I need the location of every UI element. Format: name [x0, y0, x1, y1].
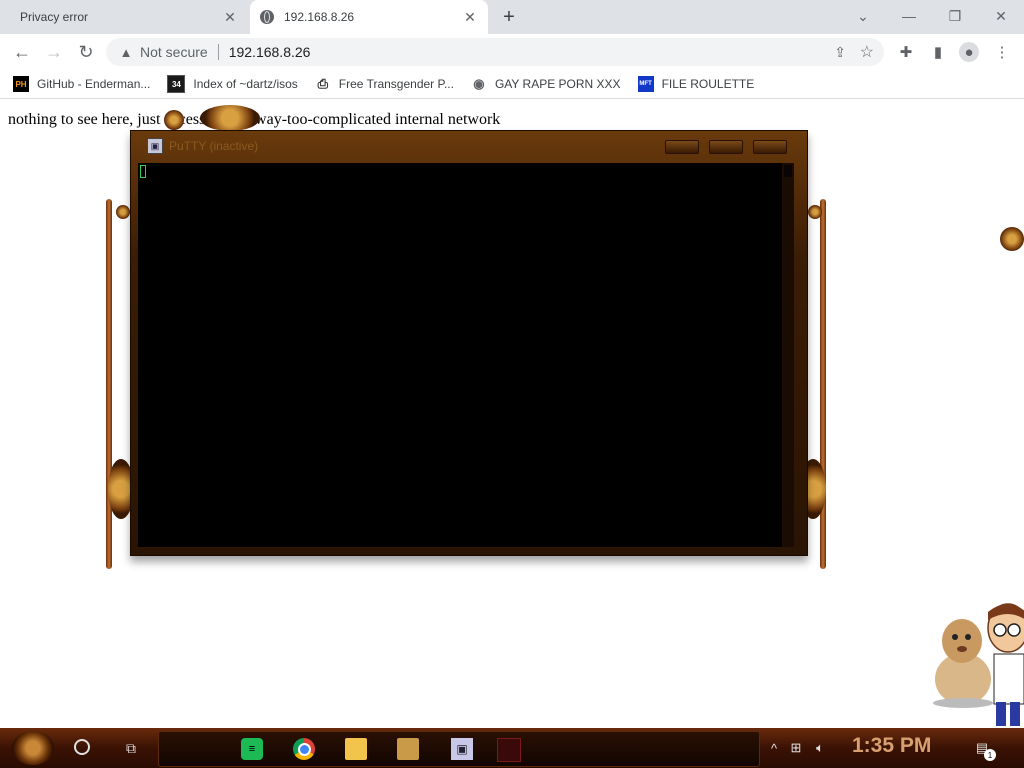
volume-icon[interactable]: 🔈︎ — [812, 740, 828, 756]
menu-icon[interactable]: ⋮ — [992, 42, 1012, 62]
page-content: nothing to see here, just accessing our … — [0, 99, 1024, 728]
file-explorer-icon[interactable] — [345, 738, 367, 760]
bookmark-star-icon[interactable]: ☆ — [860, 42, 874, 62]
flying-gear-icon — [1000, 227, 1024, 251]
security-label[interactable]: Not secure — [140, 44, 208, 60]
tab-privacy-error[interactable]: Privacy error ✕ — [0, 0, 248, 34]
spotify-icon[interactable]: ≡ — [241, 738, 263, 760]
chrome-icon[interactable] — [293, 738, 315, 760]
bookmark-label: GitHub - Enderman... — [37, 77, 151, 91]
notification-count-badge: 1 — [984, 749, 996, 761]
new-tab-button[interactable]: + — [498, 6, 520, 28]
tray-overflow-icon[interactable]: ^ — [766, 740, 782, 756]
bookmark-label: GAY RAPE PORN XXX — [494, 77, 621, 91]
browser-toolbar: ← → ↻ ▲ Not secure 192.168.8.26 ⇪ ☆ ✚ ▮ … — [0, 34, 1024, 70]
putty-minimize-button[interactable] — [665, 140, 699, 154]
forward-icon[interactable]: → — [42, 40, 66, 64]
bookmarks-bar: PH GitHub - Enderman... 34 Index of ~dar… — [0, 70, 1024, 99]
tab-title: Privacy error — [20, 10, 89, 24]
tab-search-icon[interactable]: ⌄ — [843, 4, 883, 28]
scrollbar-thumb[interactable] — [784, 165, 792, 177]
minimize-icon[interactable]: — — [889, 4, 929, 28]
printer-favicon: ⎙ — [317, 76, 328, 91]
reload-icon[interactable]: ↻ — [74, 40, 98, 64]
restore-icon[interactable]: ❐ — [935, 4, 975, 28]
taskbar-apps: ≡ ▣ — [158, 731, 760, 767]
putty-window[interactable]: ▣ PuTTY (inactive) — [130, 130, 808, 556]
red-app-icon[interactable] — [497, 738, 521, 762]
share-icon[interactable]: ⇪ — [834, 44, 846, 61]
game-icon[interactable] — [397, 738, 419, 760]
right-pipe-decoration — [820, 199, 826, 569]
bookmark-file-roulette[interactable]: MFT FILE ROULETTE — [637, 76, 755, 92]
bookmark-globe[interactable]: ◉ GAY RAPE PORN XXX — [471, 76, 621, 92]
gauge-icon — [808, 205, 822, 219]
close-tab-icon[interactable]: ✕ — [462, 9, 478, 25]
network-icon[interactable]: ⊞ — [788, 740, 804, 756]
putty-maximize-button[interactable] — [709, 140, 743, 154]
left-pipe-decoration — [106, 199, 112, 569]
bookmark-free[interactable]: ⎙ Free Transgender P... — [315, 76, 454, 92]
globe-favicon: ◉ — [473, 76, 485, 91]
gear-icon — [200, 105, 260, 131]
tab-active[interactable]: 192.168.8.26 ✕ — [250, 0, 488, 34]
bookmark-label: Free Transgender P... — [338, 77, 454, 91]
terminal-area[interactable] — [138, 163, 789, 547]
putty-titlebar[interactable]: ▣ PuTTY (inactive) — [131, 131, 807, 161]
bookmark-index[interactable]: 34 Index of ~dartz/isos — [167, 75, 298, 93]
gauge-icon — [164, 110, 184, 130]
extensions-icon[interactable]: ✚ — [896, 42, 916, 62]
tab-title: 192.168.8.26 — [284, 10, 355, 24]
address-bar[interactable]: ▲ Not secure 192.168.8.26 ⇪ ☆ — [106, 38, 884, 66]
globe-icon — [260, 10, 274, 24]
side-panel-icon[interactable]: ▮ — [928, 42, 948, 62]
close-window-icon[interactable]: ✕ — [981, 4, 1021, 28]
mft-favicon: MFT — [637, 76, 654, 92]
bookmark-github[interactable]: PH GitHub - Enderman... — [13, 76, 150, 92]
putty-title: PuTTY (inactive) — [169, 139, 259, 153]
warning-icon[interactable]: ▲ — [118, 44, 134, 60]
cortana-icon[interactable] — [74, 739, 90, 755]
gauge-icon — [116, 205, 130, 219]
bookmark-label: Index of ~dartz/isos — [193, 77, 298, 91]
ph-favicon: PH — [13, 76, 29, 92]
putty-app-icon[interactable]: ▣ — [147, 138, 163, 154]
terminal-scrollbar[interactable] — [782, 163, 794, 547]
profile-icon[interactable]: ● — [959, 42, 979, 62]
taskbar-clock[interactable]: 1:35 PM — [852, 734, 931, 758]
putty-icon[interactable]: ▣ — [451, 738, 473, 760]
start-button[interactable] — [12, 731, 54, 765]
putty-close-button[interactable] — [753, 140, 787, 154]
cartoon-man-icon — [987, 603, 1024, 726]
bookmark-label: FILE ROULETTE — [661, 77, 755, 91]
back-icon[interactable]: ← — [10, 40, 34, 64]
url-text[interactable]: 192.168.8.26 — [229, 44, 311, 60]
terminal-cursor — [140, 165, 146, 178]
34-favicon: 34 — [167, 75, 186, 93]
divider — [217, 44, 219, 60]
tab-strip: Privacy error ✕ 192.168.8.26 ✕ + ⌄ — ❐ ✕ — [0, 0, 1024, 34]
close-tab-icon[interactable]: ✕ — [222, 9, 238, 25]
taskbar: ⧉ ≡ ▣ ^ ⊞ 🔈︎ 1:35 PM ▤ 1 — [0, 728, 1024, 768]
task-view-icon[interactable]: ⧉ — [122, 740, 140, 756]
